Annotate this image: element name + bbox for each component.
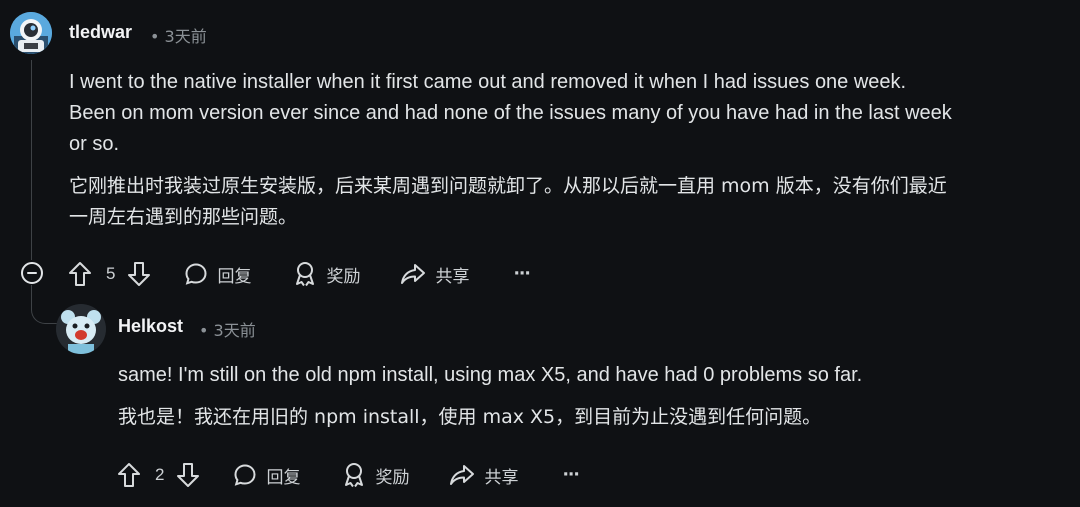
avatar[interactable] [10, 12, 52, 54]
vote-count: 2 [155, 465, 165, 484]
award-label: 奖励 [326, 266, 361, 287]
reply-button[interactable]: 回复 [184, 262, 251, 287]
vote-count: 5 [106, 264, 116, 283]
share-label: 共享 [484, 467, 519, 488]
award-button[interactable]: 奖励 [293, 261, 360, 287]
comment-translation-line: 一周左右遇到的那些问题。 [69, 206, 298, 228]
share-button[interactable]: 共享 [400, 262, 469, 287]
comment-actions: 5 回复 奖励 共享 ··· [68, 259, 531, 289]
avatar[interactable] [56, 304, 106, 354]
arrow-up-icon[interactable] [117, 462, 141, 488]
comment-body-line: same! I'm still on the old npm install, … [118, 364, 863, 386]
more-options-button[interactable]: ··· [513, 264, 530, 284]
share-arrow-icon [400, 262, 426, 286]
username[interactable]: Helkost [118, 316, 183, 337]
arrow-down-icon[interactable] [176, 462, 200, 488]
more-options-button[interactable]: ··· [562, 465, 579, 485]
arrow-up-icon[interactable] [68, 261, 92, 287]
share-button[interactable]: 共享 [449, 463, 518, 488]
award-label: 奖励 [375, 467, 410, 488]
username[interactable]: tledwar [69, 22, 132, 43]
comment-translation-line: 我也是！我还在用旧的 npm install，使用 max X5，到目前为止没遇… [118, 406, 822, 428]
thread-connector [31, 290, 59, 324]
comment-body-line: Been on mom version ever since and had n… [69, 102, 952, 124]
share-label: 共享 [435, 266, 470, 287]
thread-line [31, 60, 32, 260]
award-icon [342, 462, 366, 488]
share-arrow-icon [449, 463, 475, 487]
award-button[interactable]: 奖励 [342, 462, 409, 488]
reply-label: 回复 [266, 467, 301, 488]
comment-time: • 3天前 [199, 321, 256, 340]
reply-label: 回复 [217, 266, 252, 287]
speech-bubble-icon [184, 262, 208, 286]
comment-body-line: I went to the native installer when it f… [69, 71, 907, 93]
comment-translation-line: 它刚推出时我装过原生安装版，后来某周遇到问题就卸了。从那以后就一直用 mom 版… [69, 175, 947, 197]
collapse-minus-icon[interactable] [21, 262, 43, 284]
speech-bubble-icon [233, 463, 257, 487]
arrow-down-icon[interactable] [127, 261, 151, 287]
comment-time: • 3天前 [150, 27, 207, 46]
comment-body-line: or so. [69, 133, 120, 155]
reply-button[interactable]: 回复 [233, 463, 300, 488]
award-icon [293, 261, 317, 287]
comment-actions: 2 回复 奖励 共享 ··· [117, 460, 580, 490]
